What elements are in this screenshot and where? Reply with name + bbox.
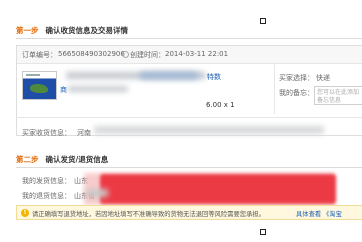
order-right-column-border (274, 64, 275, 114)
created-time-value: 2014-03-11 22:01 (165, 50, 229, 58)
order-number-label: 订单编号： (22, 51, 57, 59)
notice-text: 请正确填写退货地址，若因地址填写不准确导致的货物无法退回等风险需要您承担。 (32, 211, 265, 218)
notice-link-tail[interactable]: 《淘宝 (323, 209, 342, 218)
blurred-return-address-gray (86, 189, 108, 197)
notice-link[interactable]: 具体查看 (296, 209, 321, 218)
thumbnail-caption (26, 74, 40, 76)
remark-input[interactable]: 您可以在此添加备忘信息 (314, 86, 362, 105)
step1-divider (16, 38, 362, 39)
blurred-product-spec (68, 86, 128, 92)
resize-handle-top[interactable] (260, 18, 266, 24)
resize-handle-bottom[interactable] (260, 229, 266, 235)
blurred-buyer-address (94, 126, 324, 134)
thumbnail-map-shape (30, 84, 48, 93)
order-number-value: 566508490302906 (58, 50, 125, 58)
product-title-link[interactable]: 特数 (207, 72, 221, 82)
return-address-notice: ! 请正确填写退货地址，若因地址填写不准确导致的货物无法退回等风险需要您承担。 … (16, 205, 362, 220)
remark-placeholder: 您可以在此添加备忘信息 (317, 89, 360, 104)
warning-icon: ! (21, 209, 29, 217)
product-subline[interactable]: 商 (60, 85, 67, 95)
created-time-icon (122, 51, 129, 58)
buyer-address-label: 买家收货信息： (22, 129, 71, 137)
blurred-product-title-2 (140, 72, 198, 79)
buyer-address-value: 河南 (77, 129, 91, 137)
step2-heading: 确认发货/退货信息 (45, 155, 109, 164)
step2-title: 第二步 确认发货/退货信息 (16, 154, 108, 165)
blurred-ship-address (100, 174, 336, 204)
return-info-label: 我的退货信息： (22, 192, 71, 200)
buyer-choice-label: 买家选择： (279, 74, 314, 82)
step1-number: 第一步 (16, 26, 39, 35)
buyer-choice-value: 快递 (316, 74, 330, 82)
step1-heading: 确认收货信息及交易详情 (45, 26, 129, 35)
step2-divider (16, 167, 362, 168)
order-box-divider (16, 117, 362, 118)
step1-title: 第一步 确认收货信息及交易详情 (16, 25, 128, 36)
ship-info-label: 我的发货信息： (22, 177, 71, 185)
price-quantity: 6.00 x 1 (206, 101, 235, 109)
step2-number: 第二步 (16, 155, 39, 164)
my-remark-label: 我的备忘： (279, 89, 314, 97)
created-time-label: 创建时间： (130, 51, 165, 59)
product-thumbnail[interactable] (22, 71, 57, 100)
